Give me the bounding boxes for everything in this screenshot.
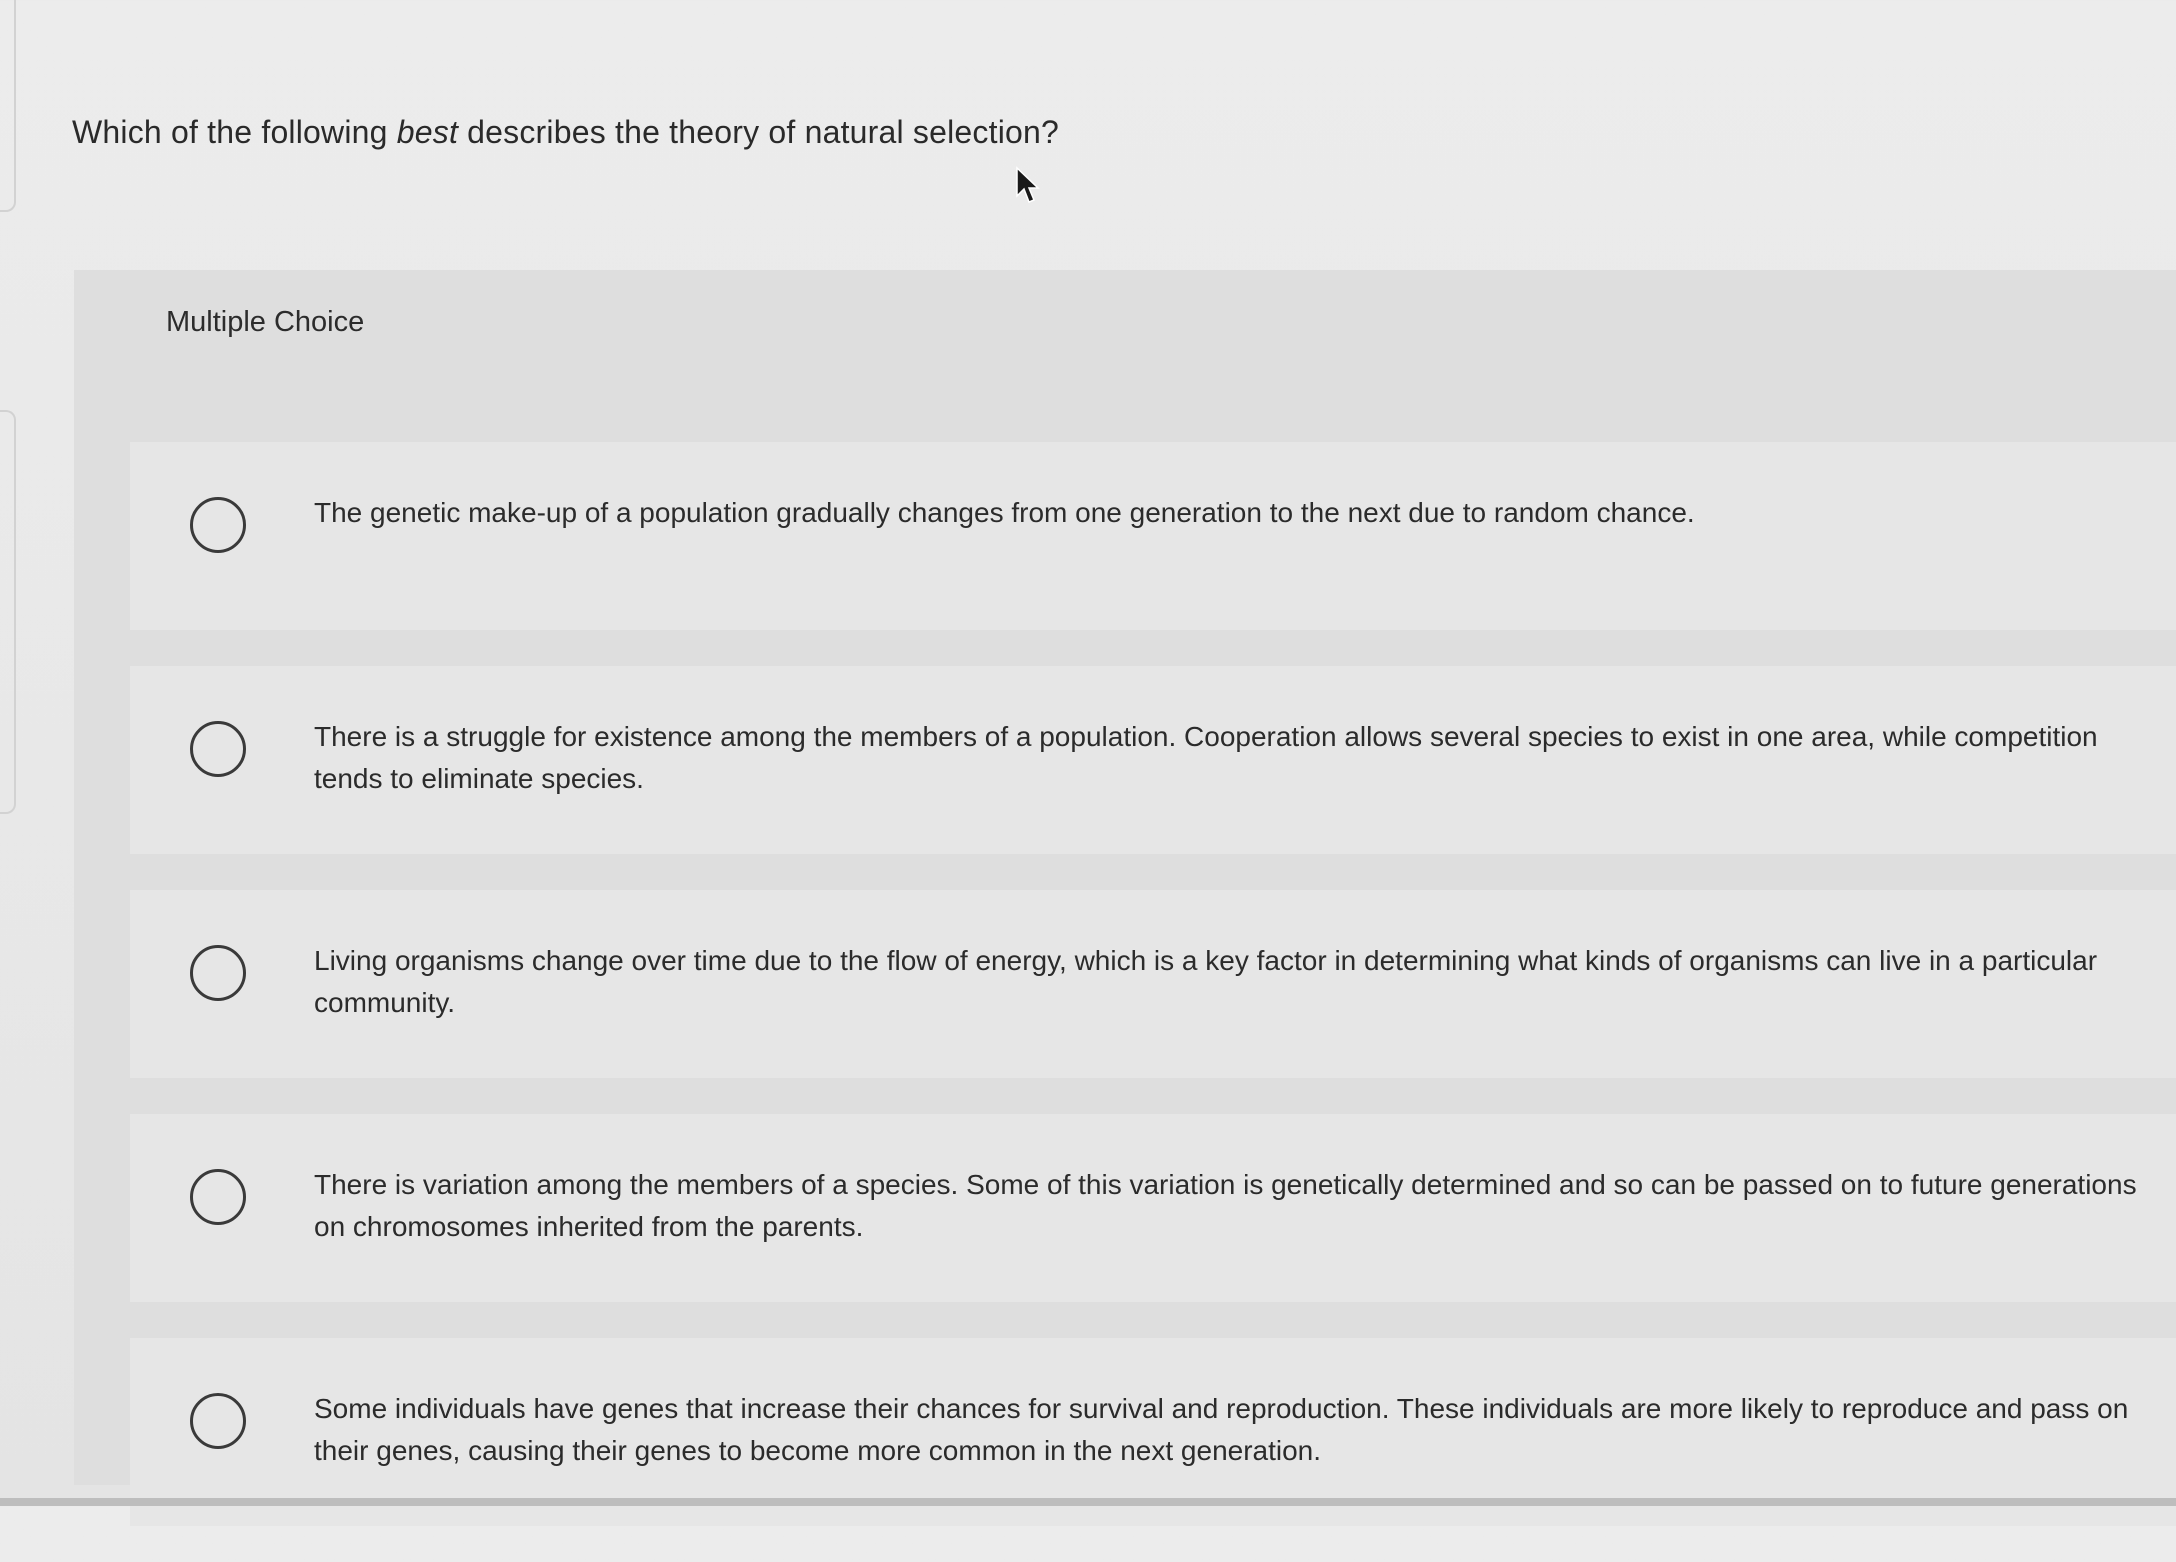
choice-text: There is a struggle for existence among …	[314, 721, 2098, 794]
radio-button-icon[interactable]	[190, 945, 246, 1001]
question-text-before: Which of the following	[72, 114, 397, 150]
left-edge-decoration	[0, 0, 16, 212]
radio-button-icon[interactable]	[190, 1169, 246, 1225]
choice-option-2[interactable]: There is a struggle for existence among …	[130, 666, 2176, 854]
left-edge-decoration-lower	[0, 410, 16, 814]
multiple-choice-panel: Multiple Choice The genetic make-up of a…	[74, 270, 2176, 1526]
radio-button-icon[interactable]	[190, 1393, 246, 1449]
choice-option-4[interactable]: There is variation among the members of …	[130, 1114, 2176, 1302]
question-prompt: Which of the following best describes th…	[72, 114, 1059, 151]
choice-text: Some individuals have genes that increas…	[314, 1393, 2129, 1466]
mouse-pointer-icon	[1016, 166, 1040, 203]
question-text-after: describes the theory of natural selectio…	[458, 114, 1060, 150]
choice-text: There is variation among the members of …	[314, 1169, 2137, 1242]
question-emphasis: best	[396, 114, 459, 150]
multiple-choice-label: Multiple Choice	[166, 306, 365, 338]
choice-text: Living organisms change over time due to…	[314, 945, 2098, 1018]
bottom-border	[0, 1498, 2176, 1506]
radio-button-icon[interactable]	[190, 497, 246, 553]
choice-text: The genetic make-up of a population grad…	[314, 497, 1695, 528]
choice-option-1[interactable]: The genetic make-up of a population grad…	[130, 442, 2176, 630]
choice-list: The genetic make-up of a population grad…	[130, 442, 2176, 1562]
radio-button-icon[interactable]	[190, 721, 246, 777]
choice-option-3[interactable]: Living organisms change over time due to…	[130, 890, 2176, 1078]
